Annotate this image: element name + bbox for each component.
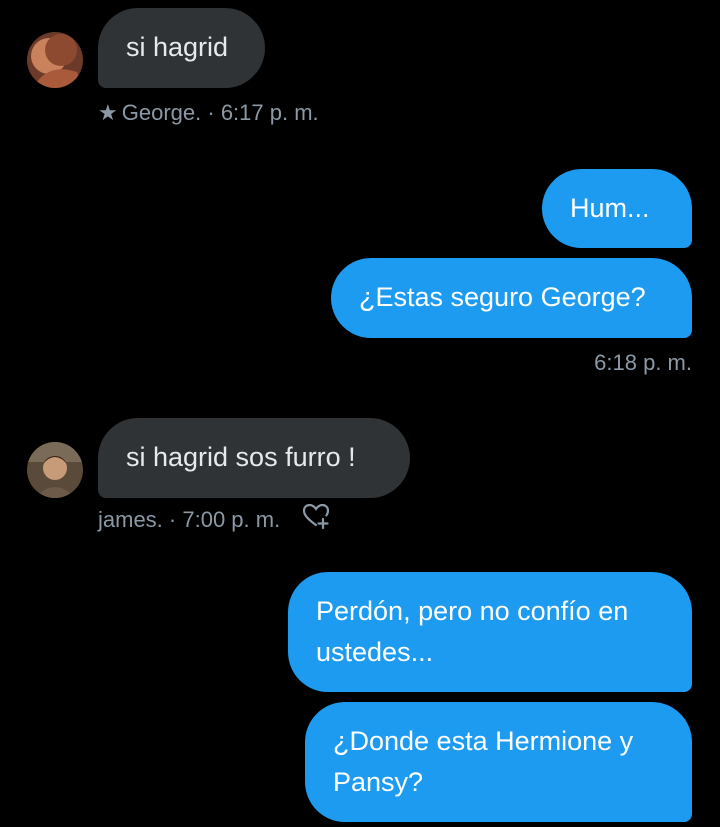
star-icon: ★ xyxy=(98,100,118,125)
message-bubble-outgoing[interactable]: Perdón, pero no confío en ustedes... xyxy=(288,572,692,692)
message-bubble-outgoing[interactable]: ¿Donde esta Hermione y Pansy? xyxy=(305,702,692,822)
avatar-george[interactable] xyxy=(27,32,83,88)
avatar-james-image xyxy=(27,442,83,498)
message-meta: 6:18 p. m. xyxy=(594,350,692,376)
meta-separator: · xyxy=(168,507,177,532)
message-bubble-outgoing[interactable]: Hum... xyxy=(542,169,692,248)
message-time: 6:18 p. m. xyxy=(594,350,692,375)
sender-name[interactable]: james. xyxy=(98,507,163,532)
sender-name[interactable]: George. xyxy=(122,100,202,125)
message-bubble-incoming[interactable]: si hagrid sos furro ! xyxy=(98,418,410,498)
heart-plus-icon[interactable] xyxy=(302,503,330,535)
meta-separator: · xyxy=(207,100,215,125)
message-time: 6:17 p. m. xyxy=(220,100,319,125)
message-meta: james. · 7:00 p. m. xyxy=(98,504,330,535)
message-bubble-outgoing[interactable]: ¿Estas seguro George? xyxy=(331,258,692,338)
avatar-james[interactable] xyxy=(27,442,83,498)
message-time: 7:00 p. m. xyxy=(182,507,281,532)
message-meta: ★ George. · 6:17 p. m. xyxy=(98,100,319,126)
message-bubble-incoming[interactable]: si hagrid xyxy=(98,8,265,88)
avatar-george-image xyxy=(27,32,83,88)
